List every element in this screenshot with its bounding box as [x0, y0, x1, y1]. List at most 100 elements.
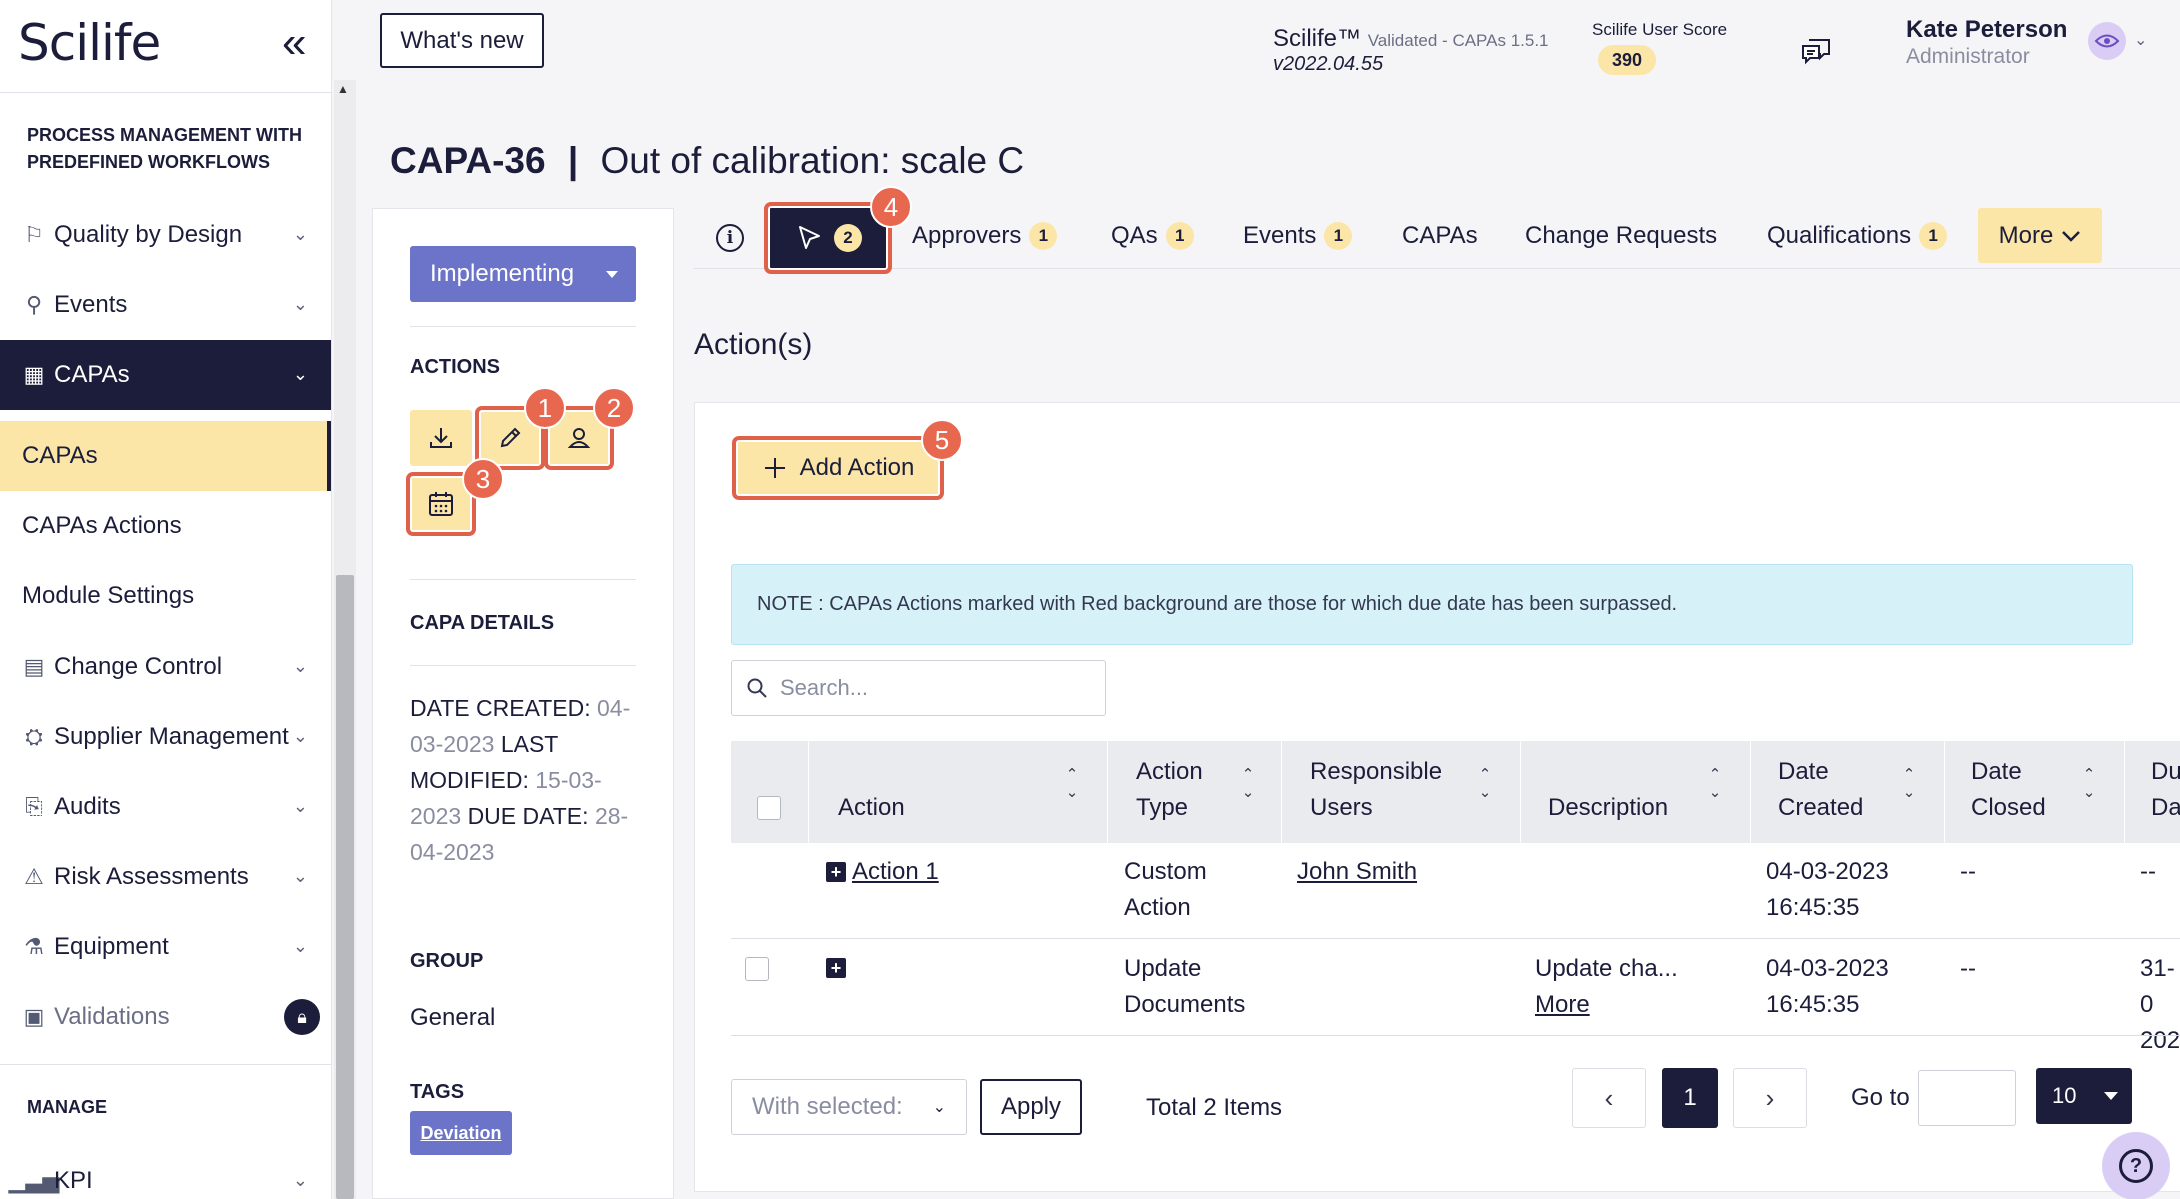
whats-new-button[interactable]: What's new	[380, 13, 544, 68]
apply-button[interactable]: Apply	[980, 1079, 1082, 1135]
row-divider	[731, 1035, 2180, 1036]
feedback-icon[interactable]	[1800, 36, 1832, 66]
scroll-up-icon[interactable]: ▲	[337, 82, 349, 96]
panel-divider	[410, 579, 636, 580]
sidebar-subitem-capas-actions[interactable]: CAPAs Actions	[0, 491, 331, 561]
help-button[interactable]: ?	[2102, 1132, 2170, 1199]
previous-page-button[interactable]: ‹	[1572, 1068, 1646, 1128]
group-heading: GROUP	[410, 950, 484, 972]
tab-qualifications[interactable]: Qualifications 1	[1767, 222, 1948, 250]
page-size-select[interactable]: 10	[2036, 1068, 2132, 1124]
more-tabs-button[interactable]: More	[1978, 208, 2102, 263]
chevron-down-icon[interactable]: ⌄	[2134, 30, 2147, 50]
caret-down-icon	[2104, 1092, 2118, 1100]
column-header-description[interactable]: Description	[1548, 790, 1668, 892]
tag-deviation[interactable]: Deviation	[410, 1111, 512, 1155]
sidebar-item-supplier-management[interactable]: ⛭ Supplier Management ⌄	[0, 702, 331, 772]
sort-icon[interactable]: ⌃ ⌄	[1240, 766, 1256, 802]
sidebar-item-change-control[interactable]: ▤ Change Control ⌄	[0, 632, 331, 702]
chevron-down-icon: ⌄	[292, 726, 308, 746]
add-action-label: Add Action	[799, 454, 915, 481]
callout-badge: 5	[921, 419, 963, 461]
user-name[interactable]: Kate Peterson	[1906, 16, 2067, 44]
responsible-user-link[interactable]: John Smith	[1297, 854, 1417, 890]
sidebar-item-capas[interactable]: ▦ CAPAs ⌄	[0, 340, 331, 410]
sort-icon[interactable]: ⌃ ⌄	[1707, 766, 1723, 802]
tab-change-requests[interactable]: Change Requests	[1525, 222, 1717, 250]
sidebar-item-audits[interactable]: ⎘ Audits ⌄	[0, 772, 331, 842]
expand-row-icon[interactable]: +	[826, 958, 846, 978]
header-line: Type	[1136, 794, 1189, 821]
info-icon[interactable]: i	[716, 224, 744, 252]
document-icon: ▤	[23, 654, 45, 679]
next-page-button[interactable]: ›	[1733, 1068, 1807, 1128]
plus-icon	[764, 458, 785, 478]
tab-approvers[interactable]: Approvers 1	[912, 222, 1058, 250]
action-link[interactable]: Action 1	[852, 854, 939, 890]
sidebar-item-label: Audits	[54, 793, 121, 820]
column-header-date-closed[interactable]: Date Closed	[1971, 754, 2046, 856]
sort-icon[interactable]: ⌃ ⌄	[1477, 766, 1493, 802]
sidebar-subitem-capas[interactable]: CAPAs	[0, 421, 331, 491]
cell-line: 31-0	[2140, 955, 2175, 1018]
row-checkbox[interactable]	[745, 957, 769, 981]
bulk-action-placeholder: With selected:	[752, 1093, 903, 1120]
section-heading: Action(s)	[694, 328, 813, 361]
tab-label: Events	[1243, 222, 1317, 249]
user-score-badge: 390	[1598, 45, 1656, 75]
select-all-checkbox[interactable]	[757, 796, 781, 820]
collapse-sidebar-icon[interactable]: «	[282, 18, 306, 68]
factory-icon: ▦	[23, 362, 45, 387]
tab-count-badge: 2	[834, 224, 862, 252]
tab-events[interactable]: Events 1	[1243, 222, 1353, 250]
tab-capas[interactable]: CAPAs	[1402, 222, 1478, 250]
header-line: Created	[1778, 794, 1864, 821]
sort-icon[interactable]: ⌃ ⌄	[1901, 766, 1917, 802]
panel-divider	[410, 326, 636, 327]
user-score-label: Scilife User Score	[1592, 20, 1728, 39]
description-more-link[interactable]: More	[1535, 991, 1590, 1018]
sort-icon[interactable]: ⌃ ⌄	[1064, 766, 1080, 802]
sidebar-item-label: Events	[54, 291, 128, 318]
expand-row-icon[interactable]: +	[826, 862, 846, 882]
sidebar-item-quality-by-design[interactable]: ⚐ Quality by Design ⌄	[0, 200, 331, 270]
go-to-page-input[interactable]	[1918, 1070, 2016, 1126]
tab-label: Qualifications	[1767, 222, 1912, 249]
column-header-date-created[interactable]: Date Created	[1778, 754, 1863, 856]
actions-heading: ACTIONS	[410, 356, 500, 378]
scilife-logo: Scilife	[18, 14, 161, 72]
column-header-due-date[interactable]: Du Da	[2151, 754, 2180, 856]
column-header-action-type[interactable]: Action Type	[1136, 754, 1203, 856]
cell-line: Action	[1124, 894, 1191, 921]
tab-actions[interactable]: 2	[764, 202, 892, 274]
cell-line: 202	[2140, 1027, 2180, 1054]
sidebar-item-validations[interactable]: ▣ Validations 🔒︎	[0, 982, 331, 1052]
sidebar-subitem-module-settings[interactable]: Module Settings	[0, 561, 331, 631]
tab-label: Approvers	[912, 222, 1022, 249]
status-dropdown[interactable]: Implementing	[410, 246, 636, 302]
tab-qas[interactable]: QAs 1	[1111, 222, 1194, 250]
cursor-icon	[799, 226, 820, 249]
add-action-button[interactable]: Add Action	[732, 436, 944, 500]
search-input[interactable]: Search...	[731, 660, 1106, 716]
sidebar-item-equipment[interactable]: ⚗ Equipment ⌄	[0, 912, 331, 982]
sidebar-item-events[interactable]: ⚲ Events ⌄	[0, 270, 331, 340]
user-role: Administrator	[1906, 45, 2030, 68]
app-version: v2022.04.55	[1273, 53, 1384, 75]
capa-details: DATE CREATED: 04-03-2023 LAST MODIFIED: …	[410, 690, 636, 870]
avatar[interactable]	[2088, 22, 2126, 60]
tab-label: QAs	[1111, 222, 1158, 249]
current-page[interactable]: 1	[1662, 1068, 1718, 1128]
download-button[interactable]	[410, 410, 472, 466]
sidebar-item-kpi[interactable]: ▁▃▅ KPI ⌄	[0, 1146, 331, 1199]
column-header-responsible-users[interactable]: Responsible Users	[1310, 754, 1442, 856]
header-line: Action	[1136, 758, 1203, 785]
description-text: Update cha...	[1535, 955, 1678, 982]
sidebar-scroll-thumb[interactable]	[336, 575, 354, 1199]
chevron-down-icon: ⌄	[292, 796, 308, 816]
bulk-action-select[interactable]: With selected: ⌄	[731, 1079, 967, 1135]
sidebar-item-risk-assessments[interactable]: ⚠ Risk Assessments ⌄	[0, 842, 331, 912]
page-size-value: 10	[2052, 1083, 2077, 1108]
row-divider	[731, 938, 2180, 939]
sort-icon[interactable]: ⌃ ⌄	[2081, 766, 2097, 802]
